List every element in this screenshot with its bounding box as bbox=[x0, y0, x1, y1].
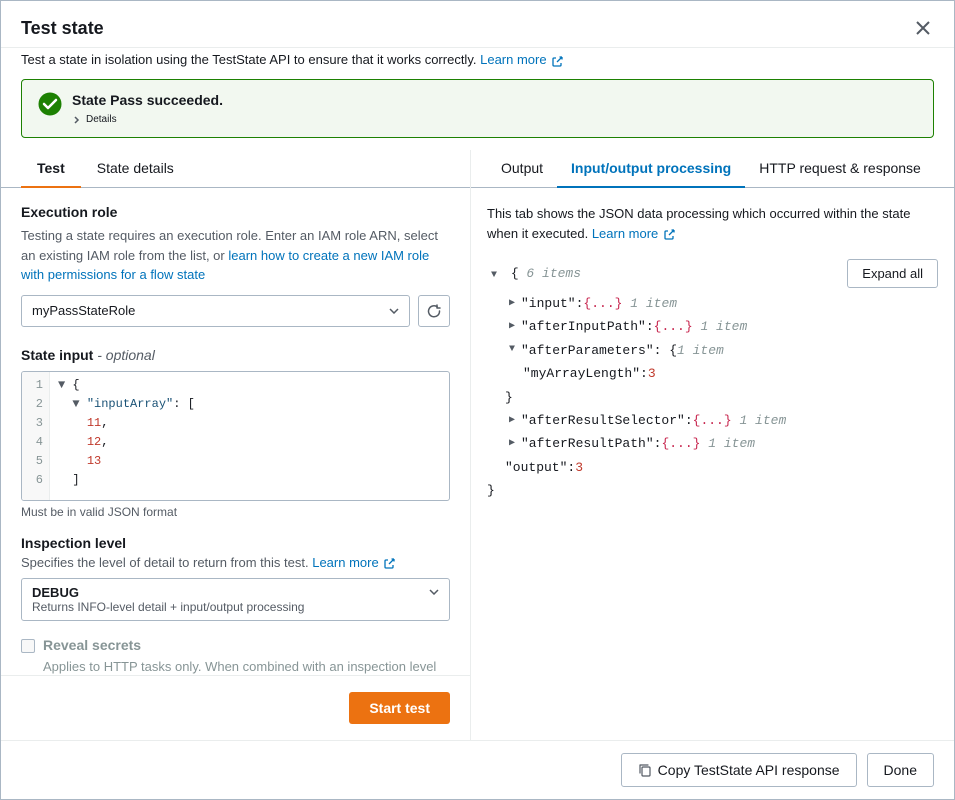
debug-sub: Returns INFO-level detail + input/output… bbox=[32, 600, 304, 614]
tab-input-output[interactable]: Input/output processing bbox=[557, 150, 745, 188]
inspection-level-desc: Specifies the level of detail to return … bbox=[21, 555, 450, 570]
chevron-down-icon bbox=[389, 308, 399, 314]
reveal-secrets-checkbox[interactable] bbox=[21, 639, 35, 653]
state-input-title: State input - optional bbox=[21, 347, 450, 363]
expand-all-button[interactable]: Expand all bbox=[847, 259, 938, 288]
chevron-down-icon bbox=[429, 589, 439, 595]
left-content: Execution role Testing a state requires … bbox=[1, 188, 470, 675]
debug-select[interactable]: DEBUG Returns INFO-level detail + input/… bbox=[21, 578, 450, 621]
tree-node-after-parameters: ▼ "afterParameters" : { 1 item bbox=[487, 339, 938, 362]
modal-subtitle: Test a state in isolation using the Test… bbox=[1, 48, 954, 79]
start-test-area: Start test bbox=[1, 675, 470, 740]
tab-test[interactable]: Test bbox=[21, 150, 81, 188]
start-test-button[interactable]: Start test bbox=[349, 692, 450, 724]
success-title: State Pass succeeded. bbox=[72, 92, 917, 108]
debug-select-wrapper: DEBUG Returns INFO-level detail + input/… bbox=[21, 578, 450, 621]
right-learn-more[interactable]: Learn more bbox=[592, 226, 676, 241]
after-result-selector-toggle[interactable]: ▶ bbox=[505, 412, 519, 430]
tree-root-close: } bbox=[487, 479, 938, 502]
line-numbers: 1 2 3 4 5 6 bbox=[22, 372, 50, 500]
reveal-secrets: Reveal secrets Applies to HTTP tasks onl… bbox=[21, 637, 450, 676]
right-content: This tab shows the JSON data processing … bbox=[471, 188, 954, 740]
inspection-level-title: Inspection level bbox=[21, 535, 450, 551]
tab-http[interactable]: HTTP request & response bbox=[745, 150, 935, 188]
root-toggle[interactable]: ▼ bbox=[487, 267, 501, 285]
copy-icon bbox=[638, 763, 652, 777]
modal-footer: Copy TestState API response Done bbox=[1, 740, 954, 799]
success-icon bbox=[38, 92, 62, 116]
code-content[interactable]: ▼ { ▼ "inputArray": [ 11, 12, 13 ] bbox=[50, 372, 449, 500]
chevron-right-icon bbox=[72, 115, 82, 125]
tree-node-after-result-path: ▶ "afterResultPath" : {...} 1 item bbox=[487, 432, 938, 455]
modal-title: Test state bbox=[21, 18, 104, 39]
refresh-button[interactable] bbox=[418, 295, 450, 327]
done-button[interactable]: Done bbox=[867, 753, 934, 787]
learn-more-link[interactable]: Learn more bbox=[480, 52, 564, 67]
after-result-path-toggle[interactable]: ▶ bbox=[505, 435, 519, 453]
right-desc: This tab shows the JSON data processing … bbox=[487, 204, 938, 243]
left-tabs: Test State details bbox=[1, 150, 470, 188]
right-panel: Output Input/output processing HTTP requ… bbox=[471, 150, 954, 740]
test-state-modal: Test state Test a state in isolation usi… bbox=[0, 0, 955, 800]
debug-label: DEBUG bbox=[32, 585, 304, 600]
role-row: myPassStateRole bbox=[21, 295, 450, 327]
success-banner: State Pass succeeded. Details bbox=[21, 79, 934, 138]
input-toggle[interactable]: ▶ bbox=[505, 295, 519, 313]
tree-node-after-input-path: ▶ "afterInputPath" : {...} 1 item bbox=[487, 315, 938, 338]
modal-header: Test state bbox=[1, 1, 954, 48]
refresh-icon bbox=[427, 304, 441, 318]
tab-output[interactable]: Output bbox=[487, 150, 557, 188]
role-select[interactable]: myPassStateRole bbox=[21, 295, 410, 327]
close-button[interactable] bbox=[912, 17, 934, 39]
json-tree: ▼ { 6 items Expand all ▶ "input" : {...} bbox=[487, 259, 938, 503]
after-parameters-toggle[interactable]: ▼ bbox=[505, 341, 519, 359]
details-toggle[interactable]: Details bbox=[72, 114, 917, 125]
tree-node-after-result-selector: ▶ "afterResultSelector" : {...} 1 item bbox=[487, 409, 938, 432]
after-input-path-toggle[interactable]: ▶ bbox=[505, 318, 519, 336]
tree-node-my-array-length: "myArrayLength" : 3 bbox=[487, 362, 938, 385]
reveal-secrets-title: Reveal secrets bbox=[43, 637, 450, 653]
modal-body: Test State details Execution role Testin… bbox=[1, 150, 954, 740]
reveal-secrets-desc: Applies to HTTP tasks only. When combine… bbox=[43, 657, 450, 676]
copy-test-state-button[interactable]: Copy TestState API response bbox=[621, 753, 857, 787]
left-panel: Test State details Execution role Testin… bbox=[1, 150, 471, 740]
code-editor[interactable]: 1 2 3 4 5 6 ▼ { ▼ "inputArray": [ 11, 12… bbox=[21, 371, 450, 501]
right-tabs: Output Input/output processing HTTP requ… bbox=[471, 150, 954, 188]
json-hint: Must be in valid JSON format bbox=[21, 505, 450, 519]
tree-node-input: ▶ "input" : {...} 1 item bbox=[487, 292, 938, 315]
inspection-learn-more[interactable]: Learn more bbox=[312, 555, 396, 570]
tree-node-after-parameters-close: } bbox=[487, 386, 938, 409]
role-select-value: myPassStateRole bbox=[32, 303, 135, 318]
json-tree-header: ▼ { 6 items Expand all bbox=[487, 259, 938, 288]
tree-node-output: "output" : 3 bbox=[487, 456, 938, 479]
execution-role-title: Execution role bbox=[21, 204, 450, 220]
tab-state-details[interactable]: State details bbox=[81, 150, 190, 188]
execution-role-desc: Testing a state requires an execution ro… bbox=[21, 226, 450, 285]
